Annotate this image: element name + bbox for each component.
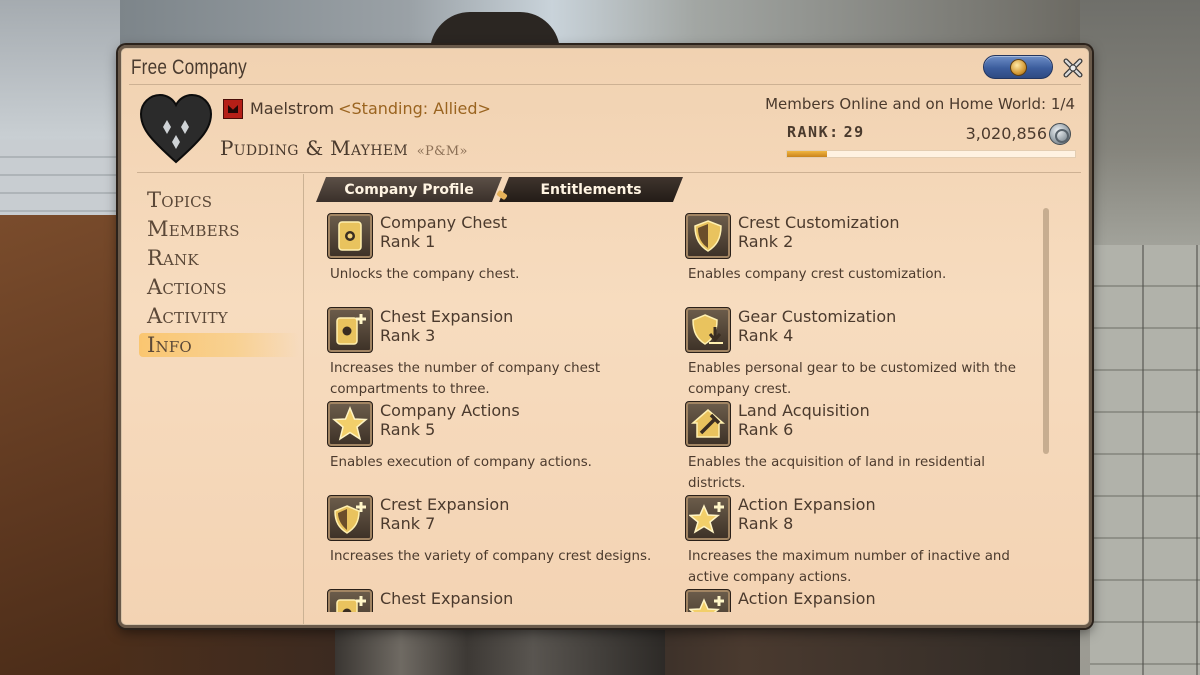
house-hammer-icon bbox=[685, 401, 731, 447]
star-plus-icon bbox=[685, 495, 731, 541]
entitlement-name: Crest Customization bbox=[738, 213, 900, 232]
fc-tag: «P&M» bbox=[416, 144, 468, 159]
star-plus-icon bbox=[685, 589, 731, 612]
entitlement-name: Chest Expansion bbox=[380, 307, 514, 326]
medal-icon bbox=[1010, 59, 1027, 76]
rank-progress-fill bbox=[787, 151, 828, 157]
entitlement-description: Enables the acquisition of land in resid… bbox=[688, 455, 986, 491]
entitlements-list: Company Chest Rank 1 Unlocks the company… bbox=[317, 208, 1057, 612]
entitlement-rank: Rank 6 bbox=[738, 420, 794, 439]
entitlement-description: Enables personal gear to be customized w… bbox=[688, 361, 1017, 397]
entitlement-description: Enables company crest customization. bbox=[688, 267, 947, 282]
grand-company-label: Maelstrom bbox=[250, 99, 335, 118]
entitlement-rank: Rank 2 bbox=[738, 232, 794, 251]
entitlement-description: Enables execution of company actions. bbox=[330, 455, 592, 470]
sidebar-item-info[interactable]: Info bbox=[139, 333, 299, 357]
background-sky bbox=[120, 0, 1080, 48]
chest-icon bbox=[327, 213, 373, 259]
entitlement-name: Land Acquisition bbox=[738, 401, 870, 420]
rank-value: 29 bbox=[843, 123, 865, 141]
standing-label: <Standing: Allied> bbox=[338, 99, 491, 118]
close-icon[interactable] bbox=[1061, 56, 1085, 80]
entitlement-description: Increases the number of company chest co… bbox=[330, 361, 601, 397]
rank-progress-bar bbox=[786, 150, 1076, 158]
shield-arrow-icon bbox=[685, 307, 731, 353]
sidebar-item-rank[interactable]: Rank bbox=[147, 246, 199, 270]
background-steps bbox=[0, 140, 120, 220]
company-credits: 3,020,856 bbox=[965, 124, 1047, 143]
window-title: Free Company bbox=[131, 56, 247, 79]
entitlement-name: Gear Customization bbox=[738, 307, 897, 326]
free-company-name: Pudding & Mayhem «P&M» bbox=[220, 136, 468, 160]
entitlement-rank: Rank 3 bbox=[380, 326, 436, 345]
chest-plus-icon bbox=[327, 589, 373, 612]
entitlement-name: Action Expansion bbox=[738, 495, 876, 514]
entitlement-rank: Rank 1 bbox=[380, 232, 436, 251]
help-button[interactable] bbox=[983, 55, 1053, 79]
title-divider bbox=[129, 84, 1081, 85]
entitlement-description: Unlocks the company chest. bbox=[330, 267, 520, 282]
entitlement-name: Action Expansion bbox=[738, 589, 876, 608]
company-credits-icon bbox=[1049, 123, 1071, 145]
background-tiles bbox=[1090, 245, 1200, 675]
tab-company-profile[interactable]: Company Profile bbox=[316, 177, 502, 202]
grand-company-icon bbox=[223, 99, 243, 119]
rank-display: RANK: 29 bbox=[787, 123, 865, 141]
entitlement-description: Increases the maximum number of inactive… bbox=[688, 549, 1010, 585]
entitlement-rank: Rank 4 bbox=[738, 326, 794, 345]
company-crest-icon bbox=[139, 94, 213, 164]
entitlement-rank: Rank 5 bbox=[380, 420, 436, 439]
grand-company-name: Maelstrom <Standing: Allied> bbox=[250, 99, 491, 118]
shield-plus-icon bbox=[327, 495, 373, 541]
free-company-window[interactable]: Free Company Maelstrom <Standing: Allied>… bbox=[118, 45, 1092, 628]
sidebar-item-members[interactable]: Members bbox=[147, 217, 240, 241]
sidebar-nav bbox=[121, 174, 304, 624]
members-online: Members Online and on Home World: 1/4 bbox=[765, 95, 1075, 113]
entitlement-name: Crest Expansion bbox=[380, 495, 510, 514]
sidebar-item-activity[interactable]: Activity bbox=[147, 304, 228, 328]
tab-entitlements[interactable]: Entitlements bbox=[499, 177, 683, 202]
shield-icon bbox=[685, 213, 731, 259]
header-divider bbox=[137, 172, 1081, 173]
entitlement-name: Company Chest bbox=[380, 213, 507, 232]
entitlement-name: Chest Expansion bbox=[380, 589, 514, 608]
sidebar-item-actions[interactable]: Actions bbox=[147, 275, 227, 299]
rank-label: RANK: bbox=[787, 123, 840, 141]
sidebar-item-topics[interactable]: Topics bbox=[147, 188, 212, 212]
player-character-body bbox=[335, 626, 665, 675]
entitlement-name: Company Actions bbox=[380, 401, 520, 420]
star-icon bbox=[327, 401, 373, 447]
fc-name-label: Pudding & Mayhem bbox=[220, 136, 409, 160]
entitlement-rank: Rank 8 bbox=[738, 514, 794, 533]
chest-plus-icon bbox=[327, 307, 373, 353]
entitlement-description: Increases the variety of company crest d… bbox=[330, 549, 652, 564]
background-floor bbox=[0, 215, 120, 675]
scrollbar[interactable] bbox=[1043, 208, 1049, 454]
entitlement-rank: Rank 7 bbox=[380, 514, 436, 533]
